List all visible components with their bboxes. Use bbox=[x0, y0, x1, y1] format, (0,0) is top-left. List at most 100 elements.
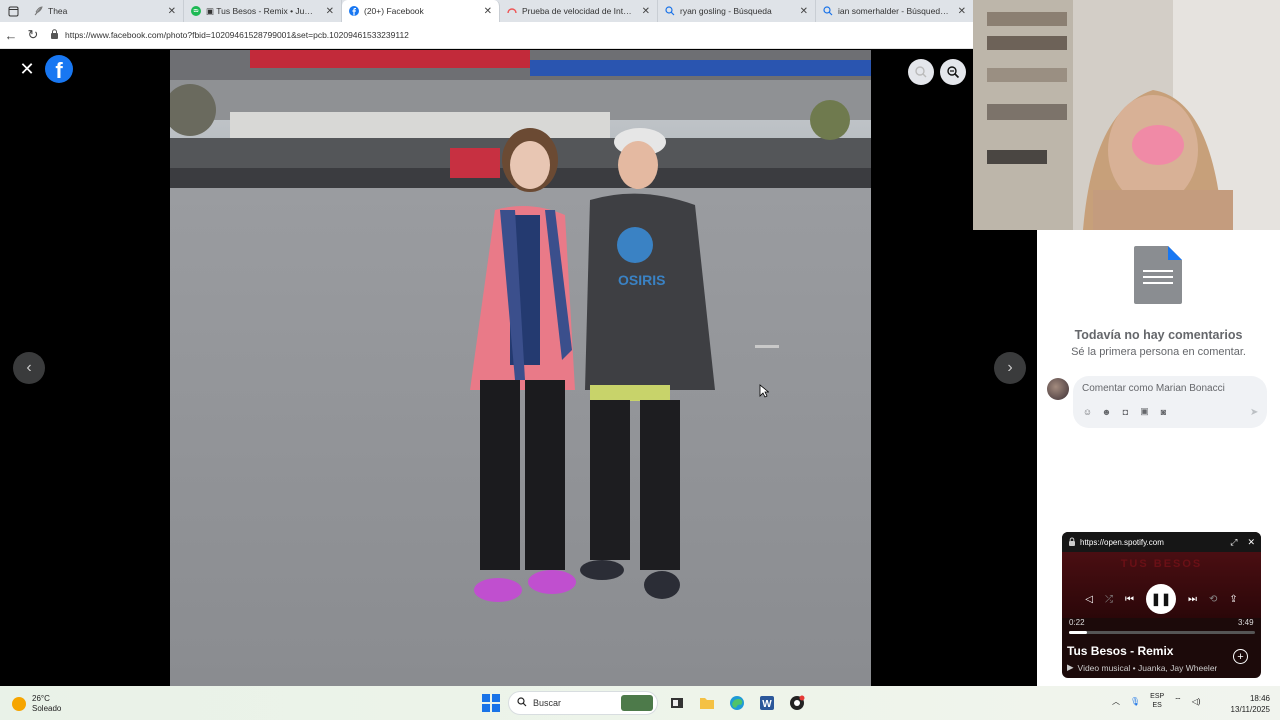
word-icon[interactable]: W bbox=[756, 692, 778, 714]
close-icon[interactable]: ✕ bbox=[17, 59, 37, 79]
add-to-library-icon[interactable]: + bbox=[1233, 649, 1248, 664]
search-icon bbox=[664, 6, 675, 17]
screen: Thea ✕ ▣ Tus Besos - Remix • Juanka... ✕… bbox=[0, 0, 1280, 720]
taskbar-search[interactable]: Buscar bbox=[508, 691, 658, 715]
tab-title: ryan gosling - Búsqueda bbox=[680, 6, 772, 16]
task-view-icon[interactable] bbox=[666, 692, 688, 714]
edge-browser-icon[interactable] bbox=[726, 692, 748, 714]
options-icon[interactable] bbox=[908, 59, 934, 85]
track-subtitle-text: Video musical • Juanka, Jay Wheeler bbox=[1077, 662, 1217, 673]
zoom-in-icon[interactable] bbox=[940, 59, 966, 85]
progress-fill bbox=[1069, 631, 1087, 634]
weather-temp: 26°C bbox=[32, 694, 50, 703]
tab-title: ian somerhalder - Búsqueda Imá... bbox=[838, 6, 950, 16]
tab-actions-icon[interactable] bbox=[0, 0, 26, 22]
close-icon[interactable]: ✕ bbox=[168, 6, 176, 17]
volume-icon[interactable]: ◁ bbox=[1085, 594, 1093, 605]
clock[interactable]: 18:46 13/11/2025 bbox=[1222, 693, 1270, 715]
tab-thea[interactable]: Thea ✕ bbox=[26, 0, 184, 22]
webcam-feed bbox=[973, 0, 1280, 230]
next-photo-button[interactable]: › bbox=[994, 352, 1026, 384]
tab-search-ian[interactable]: ian somerhalder - Búsqueda Imá... ✕ bbox=[816, 0, 974, 22]
lock-icon bbox=[50, 29, 59, 41]
track-duration: 3:49 bbox=[1238, 618, 1254, 627]
mini-player-header: https://open.spotify.com ⤢ ✕ bbox=[1062, 532, 1261, 552]
volume-icon[interactable]: ◁) bbox=[1192, 697, 1201, 706]
svg-text:OSIRIS: OSIRIS bbox=[618, 272, 665, 288]
tab-title: Prueba de velocidad de Internet... bbox=[522, 6, 634, 16]
tab-speedtest[interactable]: Prueba de velocidad de Internet... ✕ bbox=[500, 0, 658, 22]
avatar[interactable] bbox=[1047, 378, 1069, 400]
close-icon[interactable]: ✕ bbox=[958, 6, 966, 17]
close-icon[interactable]: ✕ bbox=[1247, 537, 1255, 548]
tab-title: ▣ Tus Besos - Remix • Juanka... bbox=[206, 6, 318, 17]
avatar-sticker-icon[interactable]: ☺ bbox=[1082, 406, 1093, 417]
language-primary: ESP bbox=[1150, 693, 1165, 700]
recording-app-icon[interactable] bbox=[786, 692, 808, 714]
taskbar-apps: Buscar W bbox=[482, 691, 808, 715]
close-icon[interactable]: ✕ bbox=[642, 6, 650, 17]
close-icon[interactable]: ✕ bbox=[326, 6, 334, 17]
clock-date: 13/11/2025 bbox=[1230, 705, 1270, 714]
tab-media-icon: ▣ bbox=[206, 5, 217, 16]
chevron-up-icon[interactable]: ︿ bbox=[1112, 696, 1120, 707]
repeat-icon[interactable]: ⟲ bbox=[1209, 594, 1217, 605]
empty-comments-message: Todavía no hay comentarios Sé la primera… bbox=[1037, 328, 1280, 358]
sun-icon bbox=[12, 697, 26, 711]
previous-track-icon[interactable]: ⏮ bbox=[1125, 594, 1134, 605]
close-icon[interactable]: ✕ bbox=[484, 6, 492, 17]
language-indicator[interactable]: ESP ES bbox=[1150, 692, 1164, 710]
chevron-right-icon: › bbox=[1007, 359, 1013, 376]
taskbar: 26°C Soleado Buscar W ︿ 🎙 ESP ES ⌔ ◁) 18… bbox=[0, 686, 1280, 720]
back-arrow-icon[interactable]: ← bbox=[0, 24, 22, 46]
close-icon[interactable]: ✕ bbox=[800, 6, 808, 17]
facebook-logo[interactable]: f bbox=[45, 55, 73, 83]
wifi-icon[interactable]: ⌔ bbox=[1174, 696, 1182, 706]
emoji-icon[interactable]: ☻ bbox=[1101, 406, 1112, 417]
system-tray: ︿ 🎙 ESP ES ⌔ ◁) bbox=[1112, 692, 1201, 710]
windows-start-icon[interactable] bbox=[482, 694, 500, 712]
comment-input[interactable]: Comentar como Marian Bonacci ☺ ☻ ◘ ▣ ◙ ➤ bbox=[1073, 376, 1267, 428]
document-icon bbox=[1134, 246, 1182, 309]
lock-icon bbox=[1068, 537, 1076, 548]
shuffle-icon[interactable]: ⤮ bbox=[1105, 594, 1113, 605]
tab-title: (20+) Facebook bbox=[364, 6, 424, 16]
pause-button[interactable]: ❚❚ bbox=[1145, 584, 1176, 614]
tab-search-ryan[interactable]: ryan gosling - Búsqueda ✕ bbox=[658, 0, 816, 22]
progress-bar[interactable] bbox=[1069, 631, 1255, 634]
feather-icon bbox=[32, 6, 43, 17]
weather-widget[interactable]: 26°C Soleado bbox=[12, 694, 61, 714]
spotify-icon bbox=[190, 6, 201, 17]
gif-icon[interactable]: ▣ bbox=[1139, 406, 1150, 417]
search-placeholder: Buscar bbox=[533, 698, 562, 708]
speedtest-icon bbox=[506, 6, 517, 17]
microphone-icon[interactable]: 🎙 bbox=[1130, 697, 1140, 706]
track-subtitle: ▶ Video musical • Juanka, Jay Wheeler bbox=[1067, 662, 1217, 673]
camera-icon[interactable]: ◘ bbox=[1120, 406, 1131, 417]
track-title: Tus Besos - Remix bbox=[1067, 644, 1174, 658]
search-icon bbox=[517, 697, 527, 709]
next-track-icon[interactable]: ⏭ bbox=[1188, 594, 1197, 605]
previous-photo-button[interactable]: ‹ bbox=[13, 352, 45, 384]
tab-spotify[interactable]: ▣ Tus Besos - Remix • Juanka... ✕ bbox=[184, 0, 342, 22]
address-bar: ← ↻ https://www.facebook.com/photo?fbid=… bbox=[0, 22, 975, 49]
send-icon[interactable]: ➤ bbox=[1250, 407, 1258, 418]
svg-text:W: W bbox=[762, 699, 772, 710]
tab-facebook[interactable]: (20+) Facebook ✕ bbox=[342, 0, 500, 22]
empty-comments-subtitle: Sé la primera persona en comentar. bbox=[1071, 346, 1246, 358]
expand-icon[interactable]: ⤢ bbox=[1230, 537, 1237, 548]
share-icon[interactable]: ⇪ bbox=[1229, 594, 1237, 605]
webcam-overlay bbox=[973, 0, 1280, 230]
facebook-logo-letter: f bbox=[55, 58, 63, 83]
language-secondary: ES bbox=[1152, 702, 1162, 709]
clock-time: 18:46 bbox=[1249, 694, 1270, 703]
sticker-icon[interactable]: ◙ bbox=[1158, 406, 1169, 417]
search-icon bbox=[822, 6, 833, 17]
search-highlight-icon bbox=[621, 695, 653, 711]
mouse-cursor-icon bbox=[759, 384, 769, 398]
file-explorer-icon[interactable] bbox=[696, 692, 718, 714]
comment-placeholder: Comentar como Marian Bonacci bbox=[1082, 383, 1225, 394]
reload-icon[interactable]: ↻ bbox=[22, 24, 44, 46]
photo-viewer: ✕ f OSIRIS ‹ › bbox=[3, 50, 1037, 686]
url-field[interactable]: https://www.facebook.com/photo?fbid=1020… bbox=[50, 29, 409, 41]
